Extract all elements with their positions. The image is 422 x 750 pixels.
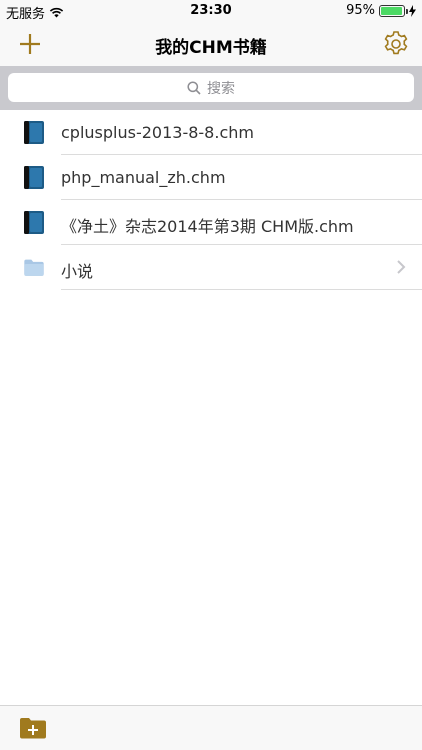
status-right: 95% (346, 3, 416, 18)
divider (61, 289, 422, 290)
list-item-folder[interactable]: 小说 (0, 245, 422, 290)
search-input[interactable]: 搜索 (8, 73, 414, 102)
list-item-book[interactable]: cplusplus-2013-8-8.chm (0, 110, 422, 155)
chevron-right-icon (397, 260, 406, 274)
book-icon (24, 121, 44, 144)
search-icon (187, 80, 201, 95)
battery-fill (381, 6, 402, 15)
book-icon (24, 166, 44, 189)
list-item-book[interactable]: 《净土》杂志2014年第3期 CHM版.chm (0, 200, 422, 245)
battery-percent: 95% (346, 3, 375, 18)
navigation-bar: 我的CHM书籍 (0, 22, 422, 66)
list-item-label: php_manual_zh.chm (61, 168, 226, 187)
battery-icon (379, 4, 408, 17)
gear-icon (384, 31, 408, 55)
charging-bolt-icon (409, 4, 416, 17)
file-list: cplusplus-2013-8-8.chm php_manual_zh.chm… (0, 110, 422, 290)
new-folder-button[interactable] (18, 714, 48, 742)
folder-icon (24, 259, 44, 276)
search-placeholder: 搜索 (207, 80, 235, 97)
list-item-book[interactable]: php_manual_zh.chm (0, 155, 422, 200)
bottom-toolbar (0, 705, 422, 750)
status-bar: 无服务 23:30 95% (0, 0, 422, 22)
list-item-label: 小说 (61, 262, 94, 281)
search-area: 搜索 (0, 66, 422, 110)
list-item-label: cplusplus-2013-8-8.chm (61, 123, 254, 142)
book-icon (24, 211, 44, 234)
add-folder-icon (20, 718, 46, 739)
page-title: 我的CHM书籍 (155, 38, 267, 58)
settings-button[interactable] (380, 28, 412, 60)
list-item-label: 《净土》杂志2014年第3期 CHM版.chm (61, 217, 354, 236)
